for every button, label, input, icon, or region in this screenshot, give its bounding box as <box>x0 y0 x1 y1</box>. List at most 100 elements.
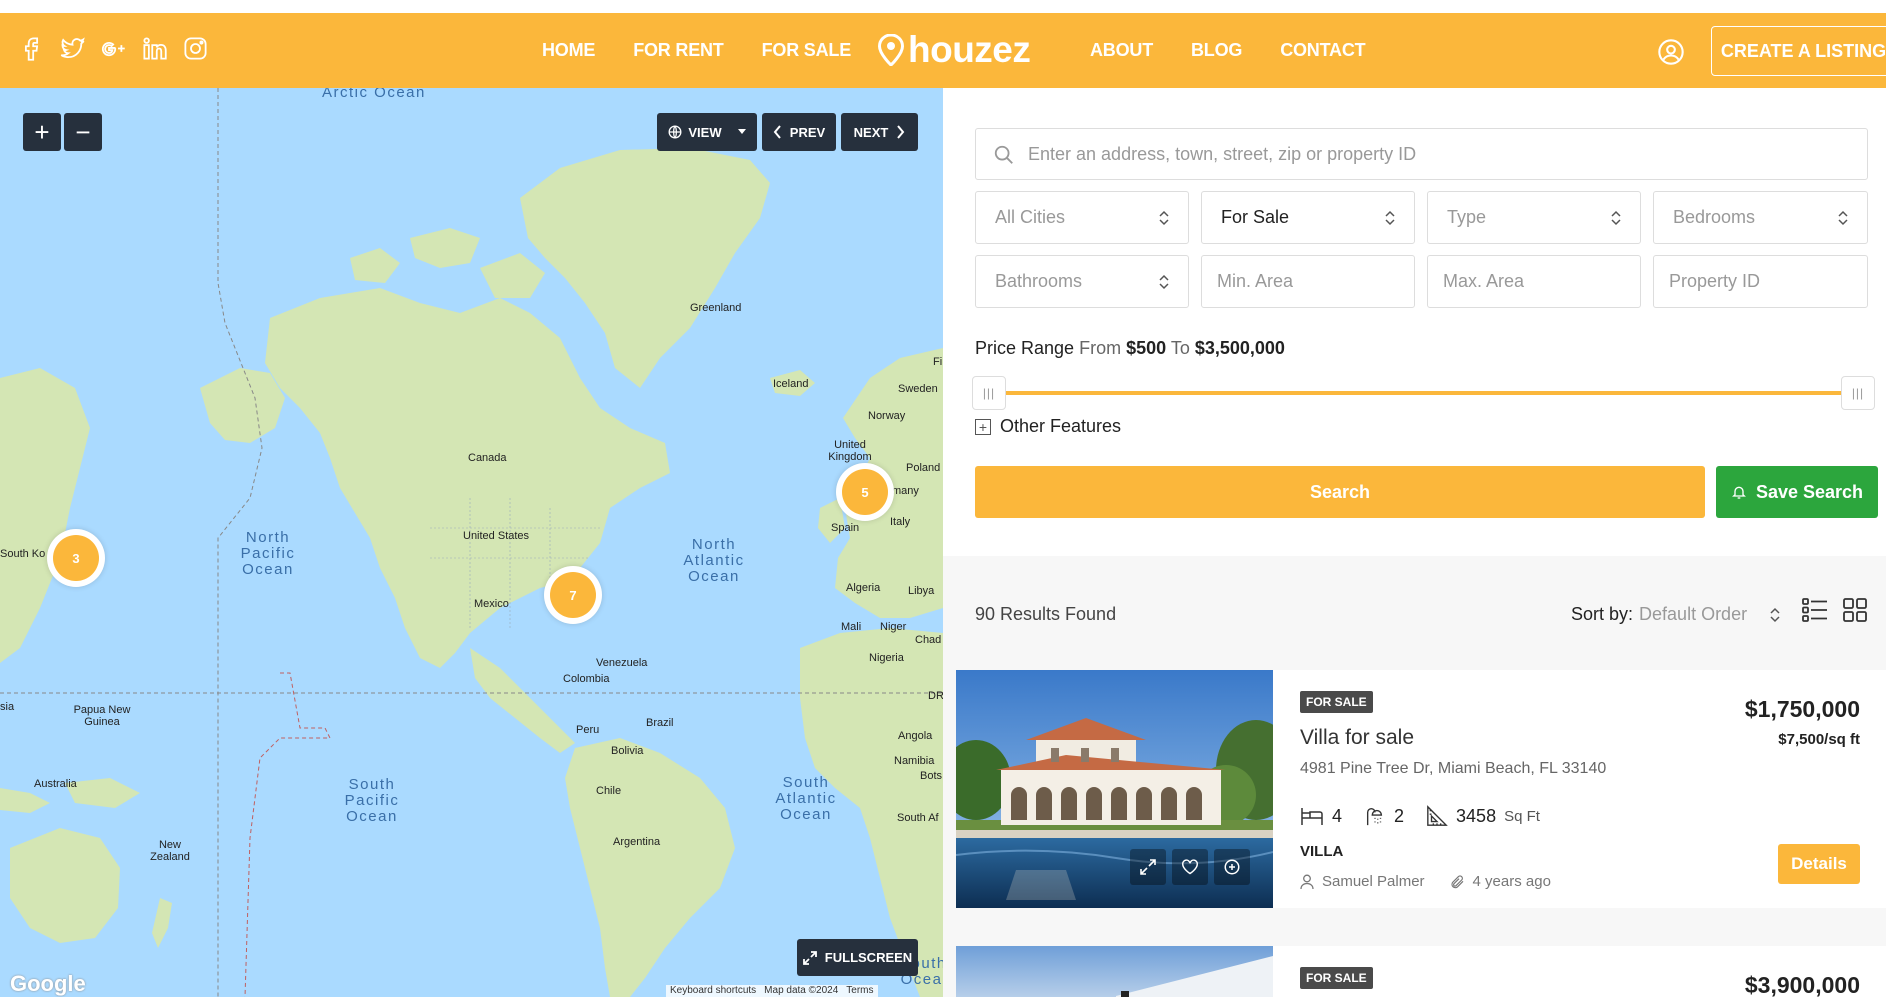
type-select[interactable]: Type <box>1427 191 1641 244</box>
search-icon <box>994 145 1013 164</box>
area-unit: Sq Ft <box>1504 807 1540 825</box>
price-slider-max-handle[interactable]: ||| <box>1841 376 1875 410</box>
map-cluster-marker[interactable]: 5 <box>836 463 894 521</box>
compare-plus-icon[interactable] <box>1214 849 1250 885</box>
grid-view-icon[interactable] <box>1841 596 1869 624</box>
map-label-venezuela: Venezuela <box>596 657 648 669</box>
map-next-button[interactable]: NEXT <box>841 113 918 151</box>
search-button[interactable]: Search <box>975 466 1705 518</box>
map-cluster-marker[interactable]: 3 <box>47 529 105 587</box>
save-search-button[interactable]: Save Search <box>1716 466 1878 518</box>
map-label-brazil: Brazil <box>646 717 674 729</box>
view-toggle <box>1801 596 1869 624</box>
nav-contact[interactable]: CONTACT <box>1280 40 1365 61</box>
listing-card[interactable]: FOR SALE $3,900,000 <box>956 946 1886 997</box>
listing-price: $3,900,000 <box>1744 972 1860 997</box>
instagram-icon[interactable] <box>182 35 209 62</box>
expand-icon[interactable] <box>1130 849 1166 885</box>
house-photo <box>1116 956 1273 997</box>
max-area-input[interactable]: Max. Area <box>1427 255 1641 308</box>
terms-link[interactable]: Terms <box>846 985 873 997</box>
other-features-toggle[interactable]: + Other Features <box>975 416 1121 437</box>
map-prev-button[interactable]: PREV <box>762 113 836 151</box>
listing-type: VILLA <box>1300 843 1344 860</box>
map-fullscreen-button[interactable]: FULLSCREEN <box>797 939 918 976</box>
price-slider-min-handle[interactable]: ||| <box>972 376 1006 410</box>
zoom-in-button[interactable]: + <box>23 113 61 151</box>
linkedin-icon[interactable] <box>141 35 168 62</box>
results-area: 90 Results Found Sort by: Default Order <box>943 556 1886 997</box>
status-badge[interactable]: FOR SALE <box>1300 691 1373 713</box>
globe-icon <box>668 125 682 139</box>
sort-chevrons-icon <box>1159 274 1169 290</box>
beds-count: 4 <box>1332 805 1343 826</box>
results-count: 90 Results Found <box>975 604 1117 624</box>
listing-image[interactable] <box>956 670 1273 908</box>
status-select[interactable]: For Sale <box>1201 191 1415 244</box>
keyboard-shortcuts-link[interactable]: Keyboard shortcuts <box>670 985 756 997</box>
sort-chevrons-icon <box>1385 210 1395 226</box>
price-slider-track[interactable] <box>975 391 1868 395</box>
bathrooms-select[interactable]: Bathrooms <box>975 255 1189 308</box>
price-to-value: $3,500,000 <box>1194 338 1285 358</box>
map-label-fi: Fi <box>933 356 943 368</box>
price-to-word: To <box>1170 338 1190 358</box>
details-button[interactable]: Details <box>1778 844 1860 884</box>
fullscreen-label: FULLSCREEN <box>824 950 913 965</box>
search-input[interactable]: Enter an address, town, street, zip or p… <box>975 128 1868 180</box>
map-label-angola: Angola <box>898 730 933 742</box>
sort-select[interactable]: Sort by: Default Order <box>1571 604 1781 625</box>
map-data-text: Map data ©2024 <box>764 985 839 996</box>
nav-about[interactable]: ABOUT <box>1090 40 1153 61</box>
bedrooms-select[interactable]: Bedrooms <box>1653 191 1868 244</box>
list-view-icon[interactable] <box>1801 596 1829 624</box>
map-label-dr: DR <box>928 690 943 702</box>
listing-price-per-sqft: $7,500/sq ft <box>1778 731 1860 748</box>
sort-label: Sort by: <box>1571 604 1634 624</box>
twitter-icon[interactable] <box>59 35 86 62</box>
heart-icon[interactable] <box>1172 849 1208 885</box>
facebook-icon[interactable] <box>18 35 45 62</box>
map-panel[interactable]: Arctic Ocean Greenland Iceland Sweden Fi… <box>0 88 943 997</box>
listing-address: 4981 Pine Tree Dr, Miami Beach, FL 33140 <box>1300 760 1607 777</box>
listing-title[interactable]: Villa for sale <box>1300 726 1414 750</box>
bedrooms-select-value: Bedrooms <box>1673 207 1756 227</box>
sort-chevrons-icon <box>1838 210 1848 226</box>
nav-home[interactable]: HOME <box>542 40 595 61</box>
expand-icon <box>802 950 817 965</box>
map-cluster-marker[interactable]: 7 <box>544 566 602 624</box>
type-select-value: Type <box>1447 207 1487 227</box>
map-label-south-africa: South Af <box>897 812 939 824</box>
nav-blog[interactable]: BLOG <box>1191 40 1242 61</box>
property-id-input[interactable]: Property ID <box>1653 255 1868 308</box>
nav-for-sale[interactable]: FOR SALE <box>762 40 852 61</box>
zoom-out-button[interactable]: − <box>64 113 102 151</box>
site-logo[interactable]: houzez <box>878 29 1031 71</box>
map-view-dropdown[interactable]: VIEW <box>657 113 757 151</box>
map-label-namibia: Namibia <box>894 755 935 767</box>
map-label-papua: Papua New Guinea <box>73 704 131 728</box>
status-badge[interactable]: FOR SALE <box>1300 967 1373 989</box>
user-account-icon[interactable] <box>1657 38 1685 66</box>
map-label-poland: Poland <box>906 462 941 474</box>
cities-select[interactable]: All Cities <box>975 191 1189 244</box>
cluster-count: 7 <box>550 572 596 618</box>
map-label-mexico: Mexico <box>474 598 509 610</box>
google-plus-icon[interactable] <box>100 35 127 62</box>
search-placeholder: Enter an address, town, street, zip or p… <box>1028 143 1417 164</box>
agent-name[interactable]: Samuel Palmer <box>1322 873 1425 890</box>
min-area-input[interactable]: Min. Area <box>1201 255 1415 308</box>
social-links <box>18 35 209 62</box>
map-label-germany: many <box>892 485 919 497</box>
listing-meta: Samuel Palmer 4 years ago <box>1300 873 1551 890</box>
listing-card[interactable]: FOR SALE Villa for sale 4981 Pine Tree D… <box>956 670 1886 908</box>
sort-chevrons-icon <box>1770 607 1780 622</box>
paperclip-icon <box>1450 874 1463 888</box>
map-label-peru: Peru <box>576 724 600 736</box>
map-label-bots: Bots <box>920 770 943 782</box>
google-logo: Google <box>10 971 86 996</box>
nav-for-rent[interactable]: FOR RENT <box>633 40 724 61</box>
listing-image[interactable] <box>956 946 1273 997</box>
map-ocean-south-atlantic: South Atlantic Ocean <box>775 774 837 823</box>
create-listing-button[interactable]: CREATE A LISTING <box>1711 26 1886 76</box>
